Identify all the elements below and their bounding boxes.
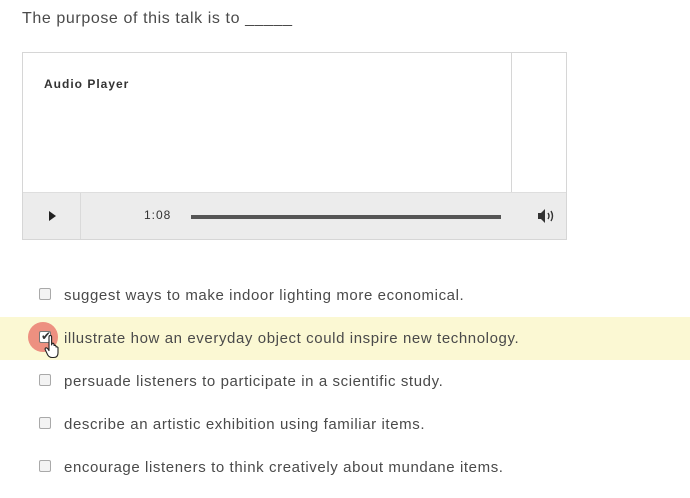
progress-fill [191,215,501,219]
option-label: suggest ways to make indoor lighting mor… [64,287,465,304]
answer-option-2[interactable]: ✔ illustrate how an everyday object coul… [0,317,690,360]
answer-options: suggest ways to make indoor lighting mor… [0,274,690,489]
option-checkbox[interactable] [39,374,51,386]
playback-time: 1:08 [144,208,172,222]
progress-bar[interactable] [191,215,501,219]
option-label: illustrate how an everyday object could … [64,330,520,347]
option-checkbox[interactable] [39,288,51,300]
play-icon [49,211,56,221]
option-label: encourage listeners to think creatively … [64,459,504,476]
question-prompt: The purpose of this talk is to _____ [22,10,293,27]
answer-option-5[interactable]: encourage listeners to think creatively … [0,446,690,489]
answer-option-1[interactable]: suggest ways to make indoor lighting mor… [0,274,690,317]
option-checkbox[interactable] [39,417,51,429]
audio-controls-bar: 1:08 [23,192,566,239]
play-button[interactable] [23,193,81,239]
option-checkbox[interactable] [39,460,51,472]
volume-icon [538,209,554,223]
player-divider [511,53,512,194]
answer-option-4[interactable]: describe an artistic exhibition using fa… [0,403,690,446]
volume-button[interactable] [535,206,557,226]
option-label: describe an artistic exhibition using fa… [64,416,426,433]
hand-cursor-icon [44,335,59,359]
audio-player-title: Audio Player [44,77,130,91]
audio-player: Audio Player 1:08 [22,52,567,240]
option-label: persuade listeners to participate in a s… [64,373,444,390]
answer-option-3[interactable]: persuade listeners to participate in a s… [0,360,690,403]
